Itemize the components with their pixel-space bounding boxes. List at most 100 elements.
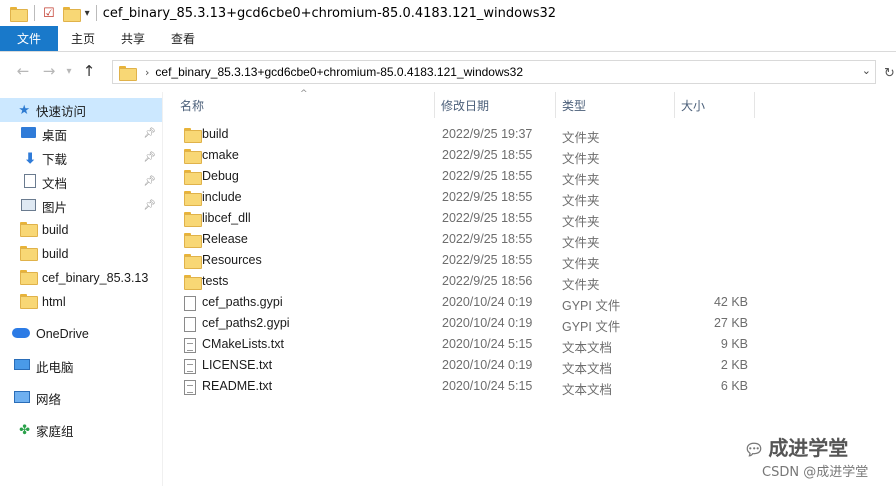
refresh-icon[interactable]: ↻ (884, 66, 895, 81)
up-arrow-icon[interactable]: ↑ (76, 62, 102, 80)
tab-view[interactable]: 查看 (158, 26, 208, 51)
sidebar-item-this-pc[interactable]: 此电脑 (0, 354, 162, 378)
file-date: 2020/10/24 0:19 (442, 316, 533, 330)
file-type: 文件夹 (562, 257, 600, 271)
title-bar: ☑ ▾ cef_binary_85.3.13+gcd6cbe0+chromium… (0, 0, 896, 26)
watermark-credit: CSDN @成进学堂 (762, 465, 869, 480)
pictures-icon (21, 198, 36, 211)
file-date: 2022/9/25 18:55 (442, 253, 533, 267)
network-icon (14, 390, 30, 403)
list-item[interactable]: CMakeLists.txt 2020/10/24 5:15 文本文档 9 KB (164, 334, 896, 355)
sidebar-item-build[interactable]: build (0, 218, 162, 242)
file-type: 文件夹 (562, 131, 600, 145)
file-date: 2022/9/25 18:56 (442, 274, 533, 288)
folder-icon (20, 246, 38, 261)
sidebar-item-label: html (42, 295, 66, 309)
star-icon: ★ (18, 102, 30, 117)
sidebar-item-pictures[interactable]: 图片 📌︎ (0, 194, 162, 218)
file-type: 文件夹 (562, 215, 600, 229)
sidebar-item-label: 桌面 (42, 128, 68, 143)
list-item[interactable]: build 2022/9/25 19:37 文件夹 (164, 124, 896, 145)
list-item[interactable]: cmake 2022/9/25 18:55 文件夹 (164, 145, 896, 166)
tab-home[interactable]: 主页 (58, 26, 108, 51)
file-date: 2022/9/25 18:55 (442, 169, 533, 183)
sidebar-item-desktop[interactable]: 桌面 📌︎ (0, 122, 162, 146)
sidebar-item-quick-access[interactable]: ★ 快速访问 (0, 98, 162, 122)
column-divider[interactable] (754, 92, 755, 118)
pin-icon: 📌︎ (143, 128, 156, 139)
file-name: cef_paths2.gypi (202, 316, 290, 330)
back-arrow-icon[interactable]: ← (10, 62, 36, 80)
this-pc-icon (14, 359, 30, 370)
file-list: ^ 名称 修改日期 类型 大小 build 2022/9/25 19:37 文件… (164, 89, 896, 486)
sidebar-item-label: OneDrive (36, 327, 89, 341)
new-folder-icon[interactable] (62, 6, 81, 22)
file-date: 2022/9/25 18:55 (442, 211, 533, 225)
column-size[interactable]: 大小 (675, 92, 753, 118)
sidebar-item-label: build (42, 223, 69, 237)
file-type: 文件夹 (562, 194, 600, 208)
sidebar-item-onedrive[interactable]: OneDrive (0, 322, 162, 346)
folder-icon (184, 233, 202, 248)
list-item[interactable]: Release 2022/9/25 18:55 文件夹 (164, 229, 896, 250)
list-item[interactable]: LICENSE.txt 2020/10/24 0:19 文本文档 2 KB (164, 355, 896, 376)
folder-icon (10, 6, 28, 22)
file-type: GYPI 文件 (562, 299, 621, 313)
sidebar-item-label: 下载 (42, 152, 68, 167)
chevron-down-icon[interactable]: ⌄ (862, 64, 871, 77)
title-separator (95, 5, 97, 21)
sidebar-item-label: 文档 (42, 176, 68, 191)
folder-icon (184, 149, 202, 164)
download-icon: ⬇ (24, 149, 36, 166)
file-type: 文本文档 (562, 362, 613, 376)
text-file-icon (184, 380, 196, 395)
file-name: LICENSE.txt (202, 358, 273, 372)
list-item[interactable]: libcef_dll 2022/9/25 18:55 文件夹 (164, 208, 896, 229)
forward-arrow-icon[interactable]: → (36, 62, 62, 80)
folder-icon (184, 170, 202, 185)
chevron-right-icon[interactable]: › (145, 66, 149, 79)
sidebar-item-downloads[interactable]: ⬇ 下载 📌︎ (0, 146, 162, 170)
sidebar-item-label: 快速访问 (36, 104, 87, 119)
list-item[interactable]: tests 2022/9/25 18:56 文件夹 (164, 271, 896, 292)
list-item[interactable]: cef_paths2.gypi 2020/10/24 0:19 GYPI 文件 … (164, 313, 896, 334)
file-size: 6 KB (720, 379, 748, 393)
sidebar-item-homegroup[interactable]: ✤ 家庭组 (0, 418, 162, 442)
column-type[interactable]: 类型 (556, 92, 674, 118)
file-type: 文件夹 (562, 278, 600, 292)
file-type: 文本文档 (562, 383, 613, 397)
column-date[interactable]: 修改日期 (435, 92, 555, 118)
sidebar-item-label: cef_binary_85.3.13 (42, 271, 149, 285)
text-file-icon (184, 359, 196, 374)
sidebar-item-build[interactable]: build (0, 242, 162, 266)
tab-share[interactable]: 共享 (108, 26, 158, 51)
file-type: 文件夹 (562, 236, 600, 250)
sidebar-item-cef-binary[interactable]: cef_binary_85.3.13 (0, 266, 162, 290)
list-item[interactable]: include 2022/9/25 18:55 文件夹 (164, 187, 896, 208)
sidebar-item-html[interactable]: html (0, 290, 162, 314)
folder-icon (184, 212, 202, 227)
sidebar-item-documents[interactable]: 文档 📌︎ (0, 170, 162, 194)
column-header: ^ 名称 修改日期 类型 大小 (164, 89, 896, 118)
file-size: 27 KB (713, 316, 748, 330)
folder-icon (20, 222, 38, 237)
list-item[interactable]: Resources 2022/9/25 18:55 文件夹 (164, 250, 896, 271)
file-date: 2020/10/24 0:19 (442, 358, 533, 372)
sidebar-item-network[interactable]: 网络 (0, 386, 162, 410)
file-size: 9 KB (720, 337, 748, 351)
properties-icon[interactable]: ☑ (43, 6, 55, 21)
column-name[interactable]: 名称 (174, 92, 434, 118)
sidebar-item-label: 网络 (36, 392, 62, 407)
address-bar[interactable]: › cef_binary_85.3.13+gcd6cbe0+chromium-8… (112, 60, 876, 84)
file-date: 2020/10/24 0:19 (442, 295, 533, 309)
list-item[interactable]: cef_paths.gypi 2020/10/24 0:19 GYPI 文件 4… (164, 292, 896, 313)
file-date: 2022/9/25 18:55 (442, 190, 533, 204)
list-item[interactable]: Debug 2022/9/25 18:55 文件夹 (164, 166, 896, 187)
file-name: cmake (202, 148, 239, 162)
tab-file[interactable]: 文件 (0, 26, 59, 51)
quick-access-dropdown-icon[interactable]: ▾ (85, 8, 90, 19)
list-item[interactable]: README.txt 2020/10/24 5:15 文本文档 6 KB (164, 376, 896, 397)
recent-dropdown-icon[interactable]: ▾ (62, 66, 76, 77)
title-separator (34, 5, 35, 21)
address-path[interactable]: cef_binary_85.3.13+gcd6cbe0+chromium-85.… (155, 65, 523, 79)
